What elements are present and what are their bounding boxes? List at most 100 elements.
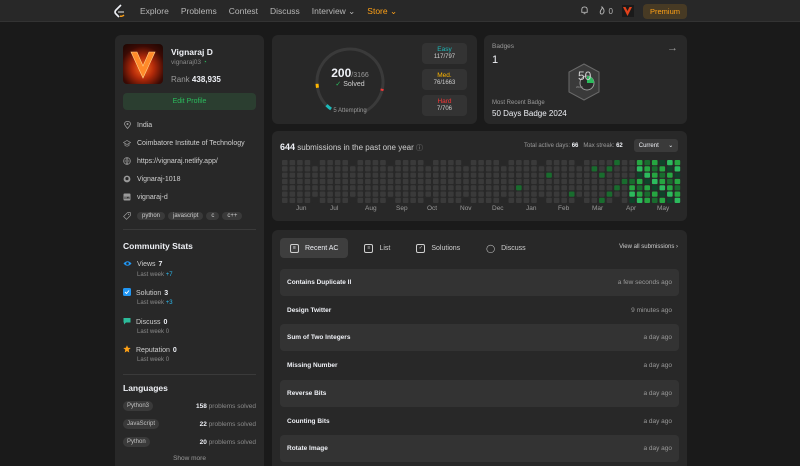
heatmap-cell <box>493 172 499 178</box>
heatmap-cell <box>470 166 477 172</box>
submissions-count: 644 <box>280 142 296 152</box>
tab-recent-ac[interactable]: ≡ Recent AC <box>280 238 349 258</box>
heatmap-cell <box>644 197 650 203</box>
skill-tag[interactable]: c <box>206 212 220 220</box>
submission-time: a day ago <box>643 417 672 425</box>
heatmap-cell <box>470 197 477 203</box>
submission-row[interactable]: Missing Number a day ago <box>280 352 679 379</box>
heatmap-cell <box>365 172 371 178</box>
heatmap-cell <box>508 197 515 203</box>
tab-solutions[interactable]: ✓ Solutions <box>406 238 470 258</box>
heatmap-cell <box>448 191 454 197</box>
nav-interview[interactable]: Interview ⌄ <box>312 6 356 17</box>
user-avatar[interactable] <box>621 5 634 17</box>
heatmap-cell <box>561 160 567 166</box>
school-row: Coimbatore Institute of Technology <box>123 137 245 149</box>
list-icon: ≡ <box>364 243 374 253</box>
heatmap-cell <box>478 178 484 185</box>
streak-counter[interactable]: 0 <box>598 5 613 17</box>
heatmap-cell <box>463 160 469 166</box>
submission-row[interactable]: Counting Bits a day ago <box>280 408 679 435</box>
leetcode-logo-icon[interactable] <box>113 4 127 18</box>
heatmap-cell <box>667 197 673 203</box>
bell-icon[interactable] <box>580 5 589 17</box>
easy-label: Easy <box>437 46 452 53</box>
recent-badge-name: 50 Days Badge 2024 <box>492 109 567 118</box>
heatmap-cell <box>493 197 499 203</box>
submissions-meta: Total active days: 66 Max streak: 62 <box>524 143 623 149</box>
heatmap-cell <box>372 166 379 172</box>
language-pill[interactable]: JavaScript <box>123 419 160 429</box>
heatmap-cell <box>651 185 658 191</box>
language-pill[interactable]: Python3 <box>123 401 154 411</box>
skill-tag[interactable]: javascript <box>168 212 204 220</box>
period-select[interactable]: Current ⌄ <box>634 139 678 152</box>
nav-explore[interactable]: Explore <box>140 6 169 16</box>
heatmap-cell <box>651 172 658 178</box>
show-more-button[interactable]: Show more <box>115 455 264 462</box>
heatmap-cell <box>410 197 416 203</box>
website-link[interactable]: https://vignaraj.netlify.app/ <box>137 158 218 165</box>
heatmap-cell <box>433 166 439 172</box>
submission-row[interactable]: Reverse Bits a day ago <box>280 379 679 407</box>
nav-problems[interactable]: Problems <box>181 6 217 16</box>
submission-row[interactable]: Design Twitter 9 minutes ago <box>280 297 679 324</box>
heatmap-cell <box>282 172 288 178</box>
edit-profile-button[interactable]: Edit Profile <box>123 93 256 110</box>
heatmap-cell <box>349 197 356 203</box>
heatmap-cell <box>629 160 635 166</box>
arrow-right-icon[interactable]: → <box>667 42 678 54</box>
heatmap-cell <box>334 197 341 203</box>
info-icon[interactable]: ⓘ <box>416 145 423 152</box>
heatmap-cell <box>621 172 628 178</box>
heatmap-cell <box>304 197 311 203</box>
month-label: Jul <box>330 205 339 212</box>
heatmap-cell <box>327 172 333 178</box>
heatmap-cell <box>591 191 598 197</box>
tab-discuss[interactable]: ◯ Discuss <box>476 238 535 258</box>
heatmap-cell <box>629 185 635 191</box>
heatmap-cell <box>584 160 590 166</box>
heatmap-cell <box>485 197 492 203</box>
stat-discuss-sub: Last week 0 <box>137 329 170 335</box>
attempting-count: 5 Attempting <box>333 108 367 114</box>
heatmap-cell <box>433 191 439 197</box>
linkedin-link[interactable]: vignaraj-d <box>137 194 168 201</box>
heatmap-cell <box>485 191 492 197</box>
tab-list[interactable]: ≡ List <box>354 238 400 258</box>
heatmap-cell <box>312 178 318 185</box>
solved-label: Solved <box>343 81 365 88</box>
heatmap-cell <box>395 178 401 185</box>
heatmap-cell <box>357 197 364 203</box>
solved-total: /3166 <box>351 72 369 79</box>
skill-tag[interactable]: python <box>137 212 166 220</box>
heatmap-cell <box>614 191 620 197</box>
heatmap-cell <box>463 191 469 197</box>
nav-contest[interactable]: Contest <box>229 6 258 16</box>
heatmap-cell <box>561 178 567 185</box>
submission-row[interactable]: Rotate Image a day ago <box>280 435 679 463</box>
premium-button[interactable]: Premium <box>642 3 687 19</box>
heatmap-cell <box>402 160 409 166</box>
github-link[interactable]: Vignaraj-1018 <box>137 176 180 183</box>
heatmap-cell <box>493 185 499 191</box>
submission-row[interactable]: Sum of Two Integers a day ago <box>280 324 679 352</box>
heatmap-cell <box>380 160 386 166</box>
nav-discuss[interactable]: Discuss <box>270 6 300 16</box>
heatmap-cell <box>357 185 364 191</box>
language-pill[interactable]: Python <box>123 437 150 447</box>
heatmap-cell <box>651 178 658 185</box>
heatmap-cell <box>599 191 605 197</box>
heatmap-cell <box>568 172 575 178</box>
submission-row[interactable]: Contains Duplicate II a few seconds ago <box>280 269 679 296</box>
heatmap-cell <box>553 160 560 166</box>
view-all-submissions-link[interactable]: View all submissions › <box>619 244 678 250</box>
heatmap-cell <box>425 160 432 166</box>
discuss-icon: ◯ <box>486 243 496 253</box>
skill-tag[interactable]: c++ <box>222 212 243 220</box>
heatmap-cell <box>485 166 492 172</box>
heatmap-cell <box>584 178 590 185</box>
nav-store[interactable]: Store ⌄ <box>367 6 397 17</box>
heatmap-cell <box>304 178 311 185</box>
month-label: Dec <box>492 205 504 212</box>
